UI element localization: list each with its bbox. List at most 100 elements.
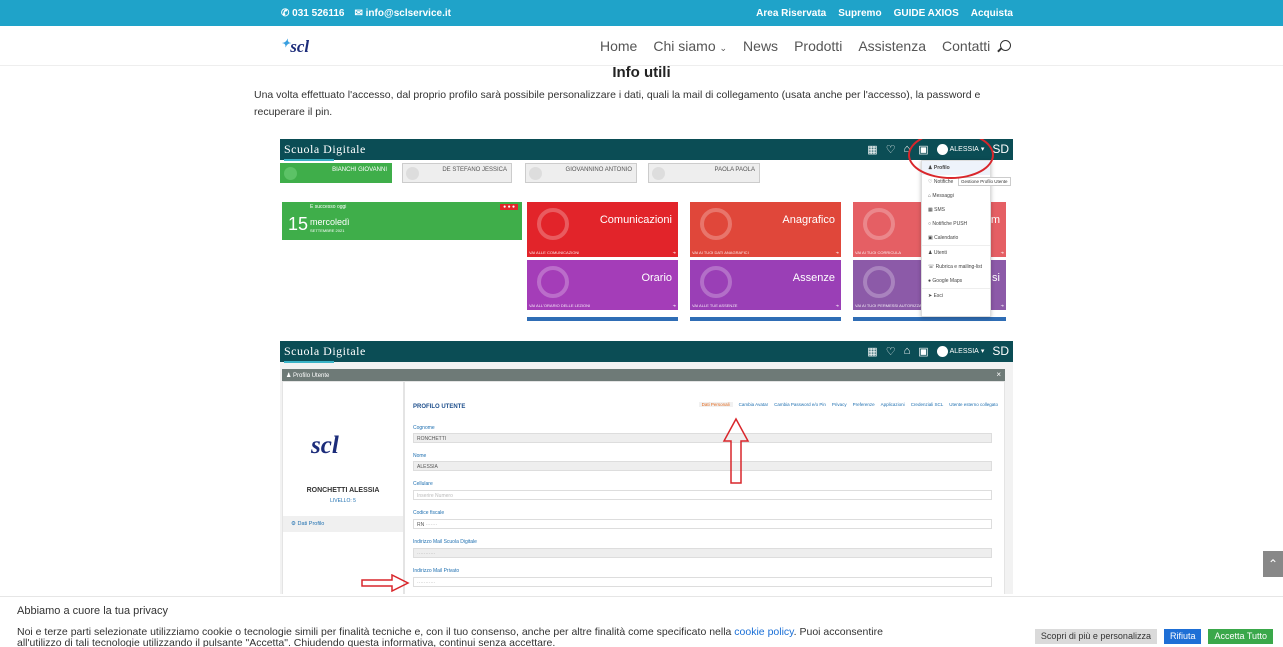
link-area-riservata[interactable]: Area Riservata [756, 8, 826, 19]
main-nav: Home Chi siamo ⌄ News Prodotti Assistenz… [600, 38, 990, 54]
clock-icon [537, 266, 569, 298]
bell-icon: ♡ [885, 143, 896, 156]
tab-utente-esterno: Utente esterno collegato [949, 402, 998, 407]
privacy-text: Noi e terze parti selezionate utilizziam… [17, 627, 917, 647]
tile-footer-text: VAI AI TUOI CORRICULA [855, 250, 902, 255]
tile-title: Comunicazioni [599, 214, 672, 226]
nav-news[interactable]: News [743, 38, 778, 54]
menu-item-sms[interactable]: ▦ SMS [922, 203, 990, 217]
phone-link[interactable]: ✆ 031 526116 [281, 8, 344, 19]
field-label: Indirizzo Mail Scuola Digitale [413, 539, 477, 545]
field-nome: ALESSIA [413, 461, 992, 471]
privacy-banner: Abbiamo a cuore la tua privacy Noi e ter… [0, 596, 1283, 647]
side-item-dati-profilo: ⚙ Dati Profilo [283, 516, 403, 532]
tile-orario[interactable]: Orario VAI ALL'ORARIO DELLE LEZIONI ➜ [527, 260, 678, 310]
link-guide-axios[interactable]: GUIDE AXIOS [894, 8, 959, 19]
nav-prodotti[interactable]: Prodotti [794, 38, 842, 54]
chevron-down-icon: ⌄ [719, 43, 728, 53]
tile-comunicazioni[interactable]: Comunicazioni VAI ALLE COMUNICAZIONI ➜ [527, 202, 678, 257]
link-acquista[interactable]: Acquista [971, 8, 1013, 19]
sd-brand: Scuola Digitale [284, 142, 366, 161]
person-name: GIOVANNINO ANTONIO [565, 167, 632, 173]
privacy-buttons: Scopri di più e personalizza Rifiuta Acc… [1034, 629, 1273, 644]
reject-button[interactable]: Rifiuta [1163, 629, 1202, 644]
site-logo[interactable]: ✦scl [281, 37, 309, 57]
menu-tooltip: Gestione Profilo Utente [958, 177, 1011, 186]
sd-topbar: Scuola Digitale ▦ ♡ ⌂ ▣ ALESSIA ▾ SD [280, 139, 1013, 161]
walking-icon [700, 266, 732, 298]
tile-title: Orario [641, 272, 672, 284]
field-cellulare: Inserire Numero [413, 490, 992, 500]
sd-topbar: Scuola Digitale ▦ ♡ ⌂ ▣ ALESSIA ▾ SD [280, 341, 1013, 363]
person-photo [652, 167, 665, 180]
menu-label: SMS [934, 207, 945, 213]
tile-footer-text: VAI AI TUOI PERMESSI AUTORIZZATI [855, 303, 925, 308]
scroll-to-top-button[interactable]: ⌃ [1263, 551, 1283, 577]
annotation-right-arrow [361, 574, 410, 592]
accept-all-button[interactable]: Accetta Tutto [1208, 629, 1273, 644]
calendar-icon: ▣ [918, 345, 929, 358]
person-name: DE STEFANO JESSICA [442, 167, 507, 173]
field-label: Indirizzo Mail Privato [413, 568, 460, 574]
field-codice-fiscale: RN ······· [413, 519, 992, 529]
menu-item-maps[interactable]: ● Google Maps [922, 274, 990, 288]
tile-row-strip [853, 317, 1006, 321]
logo-wing-icon: ✦ [281, 38, 291, 50]
email-text: info@sclservice.it [365, 8, 451, 19]
menu-item-esci[interactable]: ➤ Esci [922, 288, 990, 303]
nav-contatti[interactable]: Contatti [942, 38, 990, 54]
menu-label: Messaggi [932, 193, 954, 199]
tile-footer: VAI ALLE COMUNICAZIONI ➜ [529, 250, 676, 255]
menu-item-calendario[interactable]: ▣ Calendario [922, 231, 990, 245]
close-icon: × [996, 370, 1001, 379]
cookie-policy-link[interactable]: cookie policy [734, 627, 793, 638]
person-card: GIOVANNINO ANTONIO [525, 163, 637, 183]
tab-credenziali-scl: Credenziali SCL [910, 402, 944, 407]
date-month: SETTEMBRE 2021 [310, 228, 345, 233]
exit-icon [863, 266, 895, 298]
field-mail-scuola: ··········· [413, 548, 992, 558]
sd-icons: ▦ ♡ ⌂ ▣ ALESSIA ▾ SD [867, 344, 1009, 358]
tile-footer-text: VAI ALLE COMUNICAZIONI [529, 250, 580, 255]
tab-cambia-password: Cambia Password e/o Pin [774, 402, 826, 407]
list-icon [863, 208, 895, 240]
date-caption: E successo oggi [310, 204, 347, 210]
field-cognome: RONCHETTI [413, 433, 992, 443]
menu-label: Calendario [934, 235, 959, 241]
screenshot-profile: Scuola Digitale ▦ ♡ ⌂ ▣ ALESSIA ▾ SD ♟ P… [280, 341, 1013, 594]
menu-item-rubrica[interactable]: ☏ Rubrica e mailing-list [922, 260, 990, 274]
screenshot-dashboard: Scuola Digitale ▦ ♡ ⌂ ▣ ALESSIA ▾ SD BIA… [280, 139, 1013, 322]
search-icon[interactable] [1000, 40, 1011, 51]
field-label: Cognome [413, 425, 435, 431]
customize-button[interactable]: Scopri di più e personalizza [1034, 629, 1157, 644]
tab-privacy: Privacy [831, 402, 847, 407]
profile-tabs: Dati Personali Cambia Avatar Cambia Pass… [698, 402, 998, 407]
blurred-text: ······· [425, 522, 438, 528]
menu-item-utenti[interactable]: ♟ Utenti [922, 245, 990, 260]
nav-home[interactable]: Home [600, 38, 637, 54]
tile-title: m [990, 214, 1000, 226]
site-header: ✦scl Home Chi siamo ⌄ News Prodotti Assi… [0, 26, 1283, 66]
privacy-title: Abbiamo a cuore la tua privacy [17, 605, 169, 617]
tab-applicazioni: Applicazioni [880, 402, 905, 407]
side-item-label: Dati Profilo [297, 521, 325, 527]
person-card: PAOLA PAOLA [648, 163, 760, 183]
arrow-icon: ➜ [672, 303, 676, 308]
field-label: Nome [413, 453, 427, 459]
tile-assenze[interactable]: Assenze VAI ALLE TUE ASSENZE ➜ [690, 260, 841, 310]
email-link[interactable]: ✉ info@sclservice.it [354, 8, 451, 19]
person-photo [406, 167, 419, 180]
nav-chi-siamo[interactable]: Chi siamo ⌄ [653, 38, 727, 54]
tile-footer-text: VAI ALLE TUE ASSENZE [692, 303, 738, 308]
menu-item-messaggi[interactable]: ⌂ Messaggi [922, 189, 990, 203]
person-photo [529, 167, 542, 180]
link-supremo[interactable]: Supremo [838, 8, 881, 19]
blurred-text: ··········· [417, 580, 436, 586]
nav-assistenza[interactable]: Assistenza [858, 38, 926, 54]
menu-label: Notifiche [933, 179, 954, 185]
date-actions[interactable]: ● ● ● [500, 204, 518, 210]
date-day: 15 [288, 214, 309, 234]
menu-item-push[interactable]: ○ Notifiche PUSH [922, 217, 990, 231]
tile-footer: VAI AI TUOI DATI ANAGRAFICI ➜ [692, 250, 839, 255]
tile-anagrafico[interactable]: Anagrafico VAI AI TUOI DATI ANAGRAFICI ➜ [690, 202, 841, 257]
